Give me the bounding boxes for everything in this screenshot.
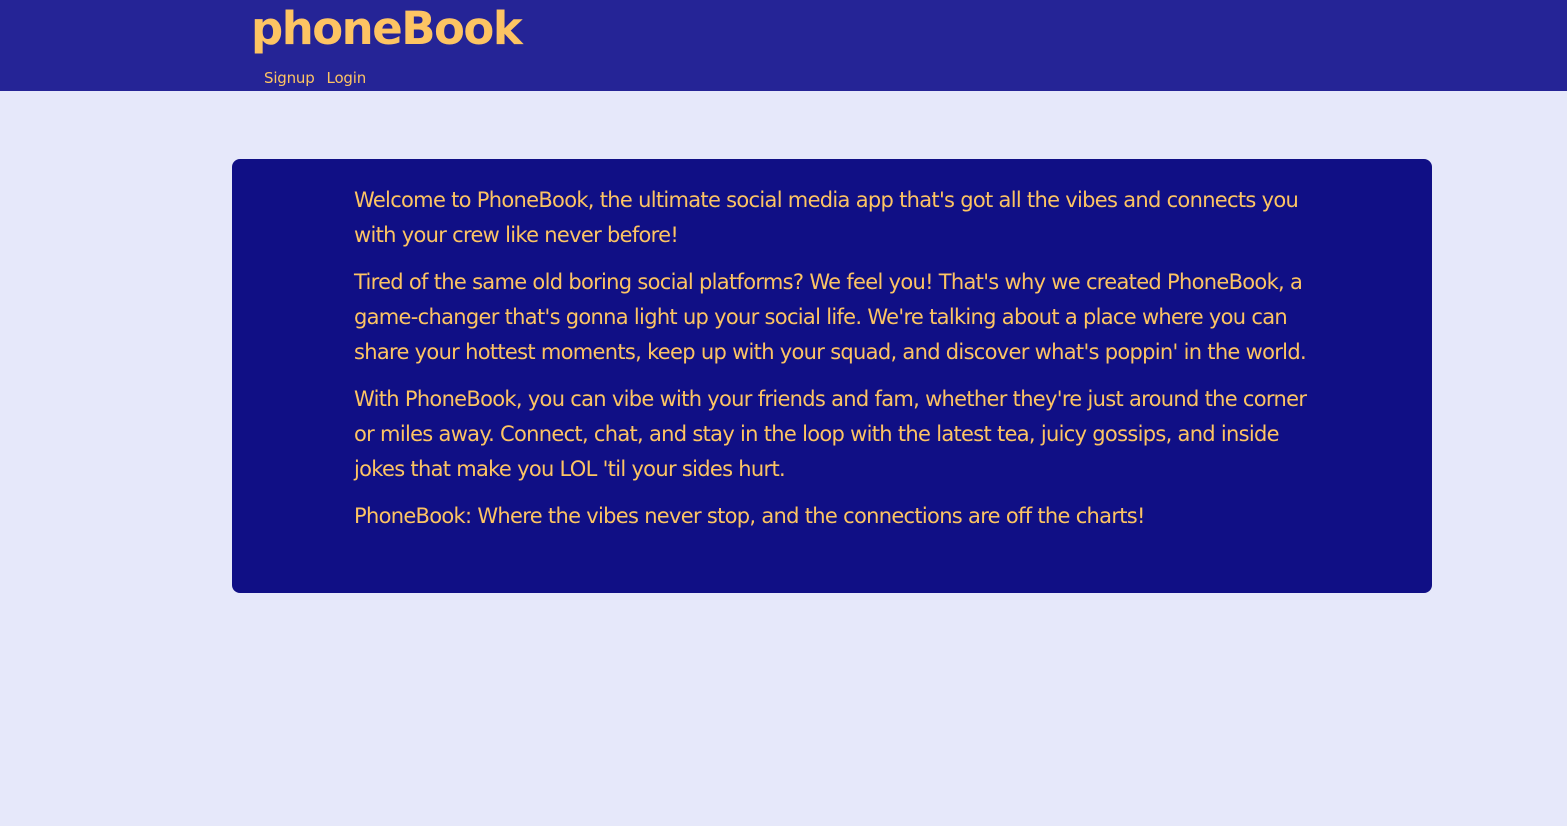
welcome-paragraph-1: Welcome to PhoneBook, the ultimate socia… <box>354 188 1299 247</box>
welcome-paragraph-4: PhoneBook: Where the vibes never stop, a… <box>354 504 1145 528</box>
top-header: phoneBook Signup Login <box>0 0 1567 91</box>
welcome-paragraph-3: With PhoneBook, you can vibe with your f… <box>354 387 1307 481</box>
welcome-text: Welcome to PhoneBook, the ultimate socia… <box>354 183 1314 546</box>
signup-link[interactable]: Signup <box>264 67 315 89</box>
welcome-paragraph-2: Tired of the same old boring social plat… <box>354 270 1307 364</box>
brand-logo-text[interactable]: phoneBook <box>251 2 523 56</box>
welcome-card: Welcome to PhoneBook, the ultimate socia… <box>232 159 1432 593</box>
top-nav: Signup Login <box>264 67 366 89</box>
login-link[interactable]: Login <box>327 67 367 89</box>
